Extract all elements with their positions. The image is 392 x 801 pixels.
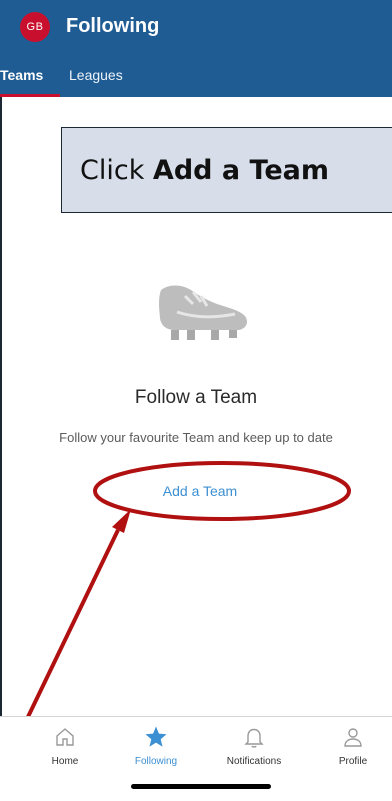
callout-bold-text: Add a Team: [152, 155, 329, 186]
bell-icon: [244, 728, 264, 748]
nav-profile[interactable]: Profile: [308, 717, 392, 777]
nav-notifications[interactable]: Notifications: [209, 717, 299, 777]
nav-profile-label: Profile: [338, 756, 368, 767]
tab-teams[interactable]: Teams: [0, 66, 43, 84]
user-avatar[interactable]: GB: [20, 12, 50, 42]
home-icon: [56, 728, 74, 746]
add-team-button[interactable]: Add a Team: [140, 482, 260, 500]
person-icon: [344, 728, 362, 747]
nav-following[interactable]: Following: [111, 717, 201, 777]
page-title: Following: [66, 15, 160, 37]
active-tab-indicator: [0, 94, 60, 97]
nav-home-label: Home: [51, 756, 79, 767]
callout-prefix: Click: [80, 155, 153, 186]
star-icon: [145, 726, 167, 747]
nav-following-label: Following: [134, 756, 178, 767]
instruction-callout: Click Add a Team: [61, 127, 392, 213]
empty-state-title: Follow a Team: [134, 387, 258, 408]
app-header: GB Following Teams Leagues: [0, 0, 392, 97]
nav-home[interactable]: Home: [20, 717, 110, 777]
tab-leagues[interactable]: Leagues: [69, 66, 123, 84]
football-boot-icon: [159, 285, 247, 340]
empty-state-subtitle: Follow your favourite Team and keep up t…: [59, 430, 333, 445]
nav-notifications-label: Notifications: [226, 756, 282, 767]
home-indicator: [131, 784, 271, 789]
